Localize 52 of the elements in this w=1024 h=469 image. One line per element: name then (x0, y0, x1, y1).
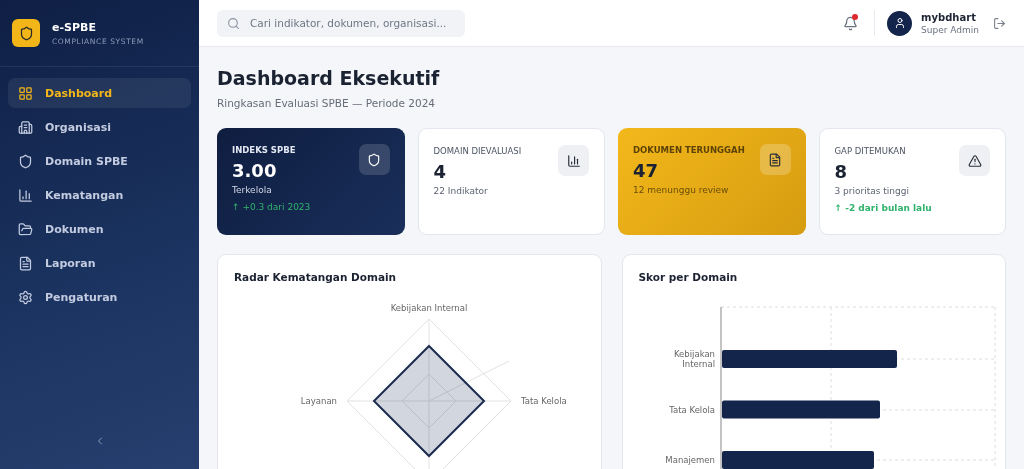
stat-icon (759, 144, 791, 175)
nav-item[interactable]: Kematangan (8, 180, 191, 210)
stat-value: 4 (433, 161, 448, 182)
user-role: Super Admin (921, 24, 979, 35)
nav-icon (18, 85, 33, 101)
stat-value: 8 (834, 161, 849, 182)
nav-icon (18, 255, 33, 271)
nav-icon (18, 187, 33, 203)
axis-label: Layanan (300, 396, 337, 406)
nav-item[interactable]: Domain SPBE (8, 146, 191, 176)
stat-label: INDEKS SPBE (232, 145, 297, 155)
page-subtitle: Ringkasan Evaluasi SPBE — Periode 2024 (217, 97, 437, 109)
stat-value: 3.00 (232, 160, 278, 181)
avatar[interactable] (887, 10, 913, 36)
search-icon (227, 16, 240, 30)
category-label: Manajemen (664, 455, 715, 465)
stat-icon (558, 145, 589, 176)
category-label: Tata Kelola (668, 404, 715, 415)
nav-item[interactable]: Dashboard (8, 78, 191, 108)
axis-label: Tata Kelola (521, 396, 567, 406)
stat-icon (959, 145, 990, 176)
shield-logo-icon (12, 19, 40, 47)
category-label: Kebijakan Internal (673, 349, 715, 369)
stat-value: 47 (633, 160, 660, 181)
nav-icon (18, 153, 33, 169)
stat-label: DOKUMEN TERUNGGAH (633, 145, 746, 155)
user-name: mybdhart (921, 11, 977, 23)
search-field[interactable]: Cari indikator, dokumen, organisasi... (248, 16, 455, 30)
nav-icon (18, 289, 33, 305)
nav-icon (18, 119, 33, 135)
stat-note: 22 Indikator (433, 186, 489, 196)
axis-label: Kebijakan Internal (390, 303, 468, 313)
nav-item[interactable]: Organisasi (8, 112, 191, 142)
brand-name: e-SPBE (52, 20, 97, 34)
stat-note: 12 menunggu review (633, 185, 730, 195)
bell-icon[interactable] (843, 15, 859, 31)
stat-note: Terkelola (232, 185, 273, 195)
search-bar[interactable]: Cari indikator, dokumen, organisasi... (217, 9, 465, 37)
nav-item[interactable]: Dokumen (8, 214, 191, 244)
logout-icon[interactable] (993, 16, 1006, 30)
stat-icon (358, 144, 390, 175)
stat-trend: ↑ +0.3 dari 2023 (232, 202, 312, 212)
nav-item[interactable]: Laporan (8, 248, 191, 278)
stat-label: DOMAIN DIEVALUASI (433, 146, 523, 156)
stat-label: GAP DITEMUKAN (834, 146, 907, 156)
page-title: Dashboard Eksekutif (217, 67, 441, 89)
nav-icon (18, 221, 33, 237)
panel-title: Skor per Domain (638, 271, 739, 283)
panel-title: Radar Kematangan Domain (234, 271, 398, 283)
stat-trend: ↑ -2 dari bulan lalu (834, 203, 933, 213)
nav-item[interactable]: Pengaturan (8, 282, 191, 312)
stat-note: 3 prioritas tinggi (834, 186, 910, 196)
